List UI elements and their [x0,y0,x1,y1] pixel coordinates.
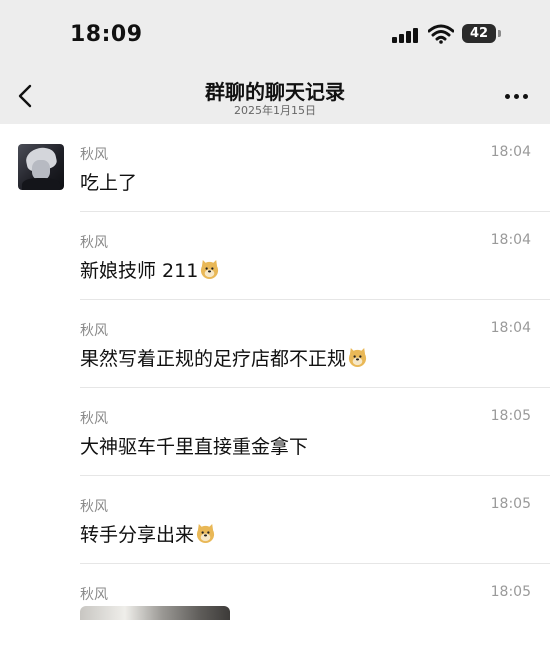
message-sender[interactable]: 秋风 [80,320,108,340]
more-dot [513,93,519,99]
message-text: 吃上了 [80,168,137,195]
signal-icon [392,27,420,43]
message-list[interactable]: 秋风 18:04 吃上了 秋风 18:04 新娘技师 211 秋风 18:04 … [0,124,550,620]
message-text: 果然写着正规的足疗店都不正规 [80,344,368,371]
more-dots-icon [504,93,510,99]
message-text: 大神驱车千里直接重金拿下 [80,432,308,459]
message-time: 18:05 [490,584,531,600]
message-item: 秋风 18:04 吃上了 [0,124,550,212]
status-time: 18:09 [70,22,143,47]
message-text-content: 吃上了 [80,172,138,194]
message-sender[interactable]: 秋风 [80,232,108,252]
message-text-content: 果然写着正规的足疗店都不正规 [80,348,347,370]
message-sender[interactable]: 秋风 [80,584,108,604]
message-item: 秋风 18:05 转手分享出来 [0,476,550,564]
message-item: 秋风 18:04 果然写着正规的足疗店都不正规 [0,300,550,388]
message-time: 18:05 [490,408,531,424]
nav-bar: 群聊的聊天记录 2025年1月15日 [0,70,550,124]
battery-icon: 42 [462,24,496,43]
message-sender[interactable]: 秋风 [80,144,108,164]
message-sender[interactable]: 秋风 [80,408,108,428]
message-time: 18:04 [490,232,531,248]
message-sender[interactable]: 秋风 [80,496,108,516]
message-time: 18:05 [490,496,531,512]
doge-emoji-icon [201,259,219,280]
battery-level: 42 [469,26,489,41]
status-bar: 18:09 42 [0,0,550,70]
page-subtitle: 2025年1月15日 [234,104,316,117]
message-item: 秋风 18:04 新娘技师 211 [0,212,550,300]
message-text: 新娘技师 211 [80,256,220,283]
doge-emoji-icon [196,523,215,544]
wifi-icon [428,24,454,44]
avatar[interactable] [18,144,64,190]
message-time: 18:04 [490,320,531,336]
more-dot [522,93,528,99]
battery-tip [498,30,501,37]
message-text: 转手分享出来 [80,520,216,547]
doge-emoji-icon [348,347,367,368]
page-title: 群聊的聊天记录 [205,80,345,104]
message-text-content: 转手分享出来 [80,524,195,546]
message-time: 18:04 [490,144,531,160]
message-text-content: 大神驱车千里直接重金拿下 [80,436,309,458]
message-text-content: 新娘技师 211 [80,260,199,282]
message-item: 秋风 18:05 大神驱车千里直接重金拿下 [0,388,550,476]
more-button[interactable] [498,84,534,108]
